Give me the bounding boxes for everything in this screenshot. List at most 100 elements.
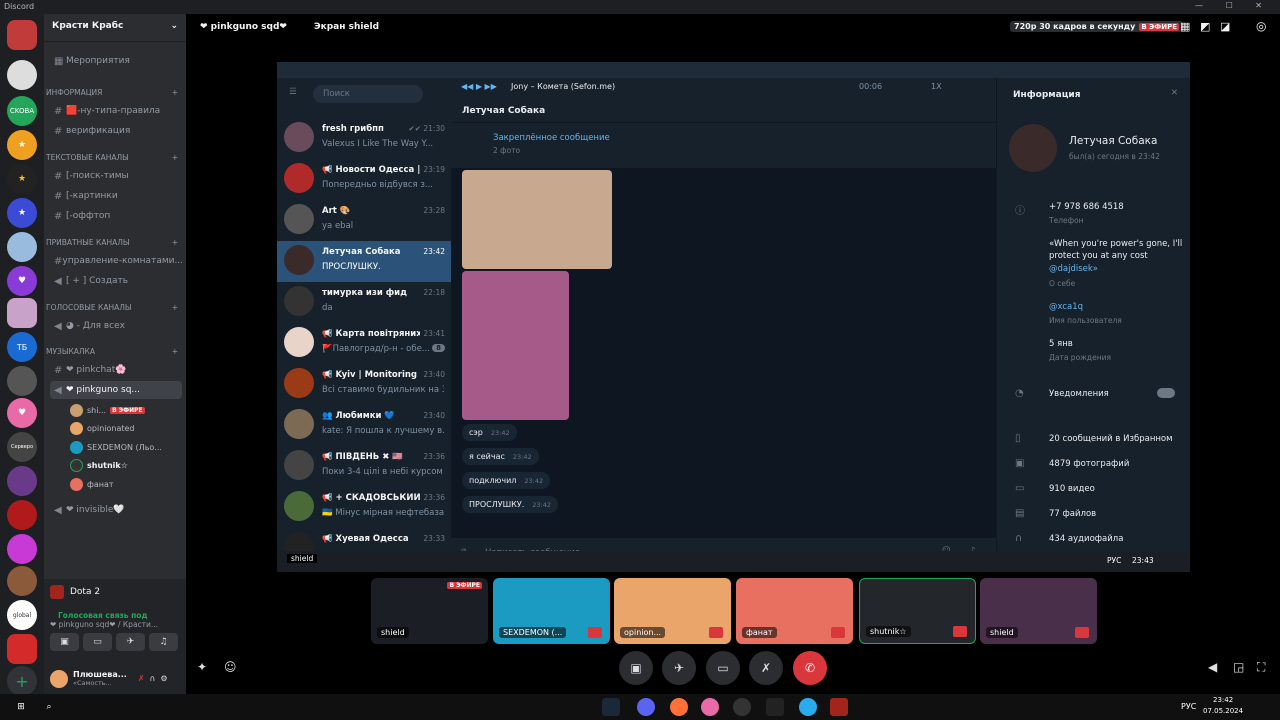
dialog-item[interactable]: fresh грибпп Valexus I Like The Way Y... ✔… xyxy=(277,118,451,159)
events-item[interactable]: ▦ Мероприятия xyxy=(50,52,182,70)
channel-item[interactable]: # [-поиск-тимы xyxy=(50,167,182,185)
participant-tile[interactable]: SEXDEMON (... xyxy=(493,578,610,644)
plus-icon[interactable]: + xyxy=(172,303,178,312)
audio-count[interactable]: 434 аудиофайла xyxy=(1049,534,1123,544)
channel-item[interactable]: ◀ [ + ] Создать xyxy=(50,272,182,290)
windows-start-icon[interactable]: ⊞ xyxy=(12,698,30,716)
server-icon[interactable]: TБ xyxy=(7,332,37,362)
server-icon[interactable]: ★ xyxy=(7,130,37,160)
category-header[interactable]: ГОЛОСОВЫЕ КАНАЛЫ + xyxy=(46,303,182,312)
dialog-item[interactable]: 📢 + СКАДОВСЬКИЙ ... 🇺🇦 Мінус мірная нефте… xyxy=(277,487,451,528)
activity-button[interactable]: ✈ xyxy=(662,651,696,685)
dialog-item[interactable]: тимурка изи фид da 22:18 xyxy=(277,282,451,323)
dialog-item[interactable]: 📢 ПІВДЕНЬ ✖ 🇺🇸 Поки 3-4 цілі в небі курсо… xyxy=(277,446,451,487)
server-icon[interactable] xyxy=(7,20,37,50)
photos-count[interactable]: 4879 фотографий xyxy=(1049,459,1129,469)
category-header[interactable]: ПРИВАТНЫЕ КАНАЛЫ + xyxy=(46,238,182,247)
profile-avatar[interactable] xyxy=(1009,124,1057,172)
bio-link[interactable]: @dajdisek» xyxy=(1049,264,1098,274)
server-icon[interactable] xyxy=(7,298,37,328)
dialog-item[interactable]: Летучая Собака ПРОСЛУШКУ. 23:42 xyxy=(277,241,451,282)
voice-user[interactable]: opinionated xyxy=(70,419,182,437)
voice-user[interactable]: SEXDEMON (Льо... xyxy=(70,438,182,456)
user-panel[interactable]: Плюшева... «Самость... ✗ ∩ ⚙ xyxy=(44,663,186,694)
server-icon[interactable]: CKOBA xyxy=(7,96,37,126)
fullscreen-icon[interactable]: ⛶ xyxy=(1257,660,1265,675)
voice-channel-name[interactable]: ❤ pinkguno sqd❤ / Красти... xyxy=(44,620,186,629)
message-icon[interactable]: ◎ xyxy=(1256,19,1266,33)
category-header[interactable]: ТЕКСТОВЫЕ КАНАЛЫ + xyxy=(46,153,182,162)
server-icon[interactable]: ♥ xyxy=(7,266,37,296)
dota-icon[interactable] xyxy=(830,698,848,716)
photo-message[interactable] xyxy=(462,170,612,269)
dialog-item[interactable]: 📢 Kyiv | Monitoring ... Всі ставимо будил… xyxy=(277,364,451,405)
app-icon[interactable] xyxy=(733,698,751,716)
voice-channel-active[interactable]: ◀ ❤ pinkguno sq... xyxy=(50,381,182,399)
activity-button[interactable]: ✈ xyxy=(116,633,145,651)
app-icon[interactable] xyxy=(701,698,719,716)
channel-item[interactable]: ◀ ◕ - Для всех xyxy=(50,317,182,335)
screen-share-button[interactable]: ▭ xyxy=(83,633,112,651)
saved-count[interactable]: 20 сообщений в Избранном xyxy=(1049,434,1173,444)
plus-icon[interactable]: + xyxy=(172,153,178,162)
popout-icon[interactable]: ◩ xyxy=(1200,20,1210,33)
plus-icon[interactable]: + xyxy=(172,347,178,356)
soundboard-button[interactable]: ♫ xyxy=(149,633,178,651)
camera-off-button[interactable]: ▣ xyxy=(50,633,79,651)
screen-share-button[interactable]: ▭ xyxy=(706,651,740,685)
player-controls[interactable]: ◀◀ ▶ ▶▶ xyxy=(461,82,497,91)
headphones-icon[interactable]: ∩ xyxy=(150,674,156,683)
photo-message[interactable] xyxy=(462,271,569,420)
plus-icon[interactable]: + xyxy=(172,88,178,97)
disconnect-button[interactable]: ✆ xyxy=(793,651,827,685)
plus-icon[interactable]: + xyxy=(172,238,178,247)
mic-muted-icon[interactable]: ✗ xyxy=(138,674,145,683)
channel-item[interactable]: # 🟥-ну-типа-правила xyxy=(50,102,182,120)
username-value[interactable]: @xca1q xyxy=(1049,302,1083,312)
server-icon[interactable]: global xyxy=(7,600,37,630)
channel-item[interactable]: # [-оффтоп xyxy=(50,207,182,225)
voice-user[interactable]: фанат xyxy=(70,475,182,493)
participant-tile[interactable]: shield В ЭФИРЕ xyxy=(371,578,488,644)
server-icon[interactable] xyxy=(7,232,37,262)
message-bubble[interactable]: ПРОСЛУШКУ. 23:42 xyxy=(462,496,558,513)
dialog-item[interactable]: 👥 Любимки 💙 kate: Я пошла к лучшему в... 2… xyxy=(277,405,451,446)
search-icon[interactable]: ⌕ xyxy=(40,698,58,716)
participant-tile[interactable]: shutnik☆ xyxy=(859,578,976,644)
discord-icon[interactable] xyxy=(637,698,655,716)
close-icon[interactable]: ✕ xyxy=(1171,88,1178,98)
category-header[interactable]: ИНФОРМАЦИЯ + xyxy=(46,88,182,97)
search-input[interactable]: Поиск xyxy=(313,85,423,103)
voice-channel[interactable]: ◀ ❤ invisible🤍 xyxy=(50,501,182,519)
server-icon[interactable]: ♥ xyxy=(7,398,37,428)
language-indicator[interactable]: РУС xyxy=(1181,702,1196,711)
server-icon[interactable] xyxy=(7,366,37,396)
server-icon[interactable] xyxy=(7,60,37,90)
volume-icon[interactable]: ◀ xyxy=(1208,660,1217,674)
chat-icon[interactable]: ◪ xyxy=(1220,20,1230,33)
dialog-item[interactable]: 📢 Новости Одесса | ... Попередньо відбувс… xyxy=(277,159,451,200)
window-controls[interactable]: — ☐ ✕ xyxy=(1195,1,1272,10)
server-icon[interactable]: ★ xyxy=(7,164,37,194)
steam-icon[interactable] xyxy=(602,698,620,716)
mute-button[interactable]: ✗ xyxy=(749,651,783,685)
message-bubble[interactable]: я сейчас 23:42 xyxy=(462,448,539,465)
participant-tile[interactable]: shield xyxy=(980,578,1097,644)
voice-user[interactable]: shi... В ЭФИРЕ xyxy=(70,401,182,419)
firefox-icon[interactable] xyxy=(670,698,688,716)
phone-value[interactable]: +7 978 686 4518 xyxy=(1049,202,1124,212)
server-icon[interactable]: Серверо xyxy=(7,432,37,462)
server-icon[interactable] xyxy=(7,466,37,496)
emoji-icon[interactable]: ☺ xyxy=(224,660,237,674)
server-icon[interactable] xyxy=(7,534,37,564)
videos-count[interactable]: 910 видео xyxy=(1049,484,1095,494)
participant-tile[interactable]: opinion... xyxy=(614,578,731,644)
telegram-icon[interactable] xyxy=(799,698,817,716)
channel-item[interactable]: # верификация xyxy=(50,122,182,140)
dialog-item[interactable]: Art 🎨 ya ebal 23:28 xyxy=(277,200,451,241)
message-bubble[interactable]: сэр 23:42 xyxy=(462,424,517,441)
add-server-button[interactable]: + xyxy=(7,666,37,696)
screen-share-view[interactable]: ☰ Поиск fresh грибпп Valexus I Like The W… xyxy=(277,62,1190,572)
pinned-message[interactable]: Закреплённое сообщение 2 фото xyxy=(451,122,996,168)
menu-icon[interactable]: ☰ xyxy=(289,87,297,97)
